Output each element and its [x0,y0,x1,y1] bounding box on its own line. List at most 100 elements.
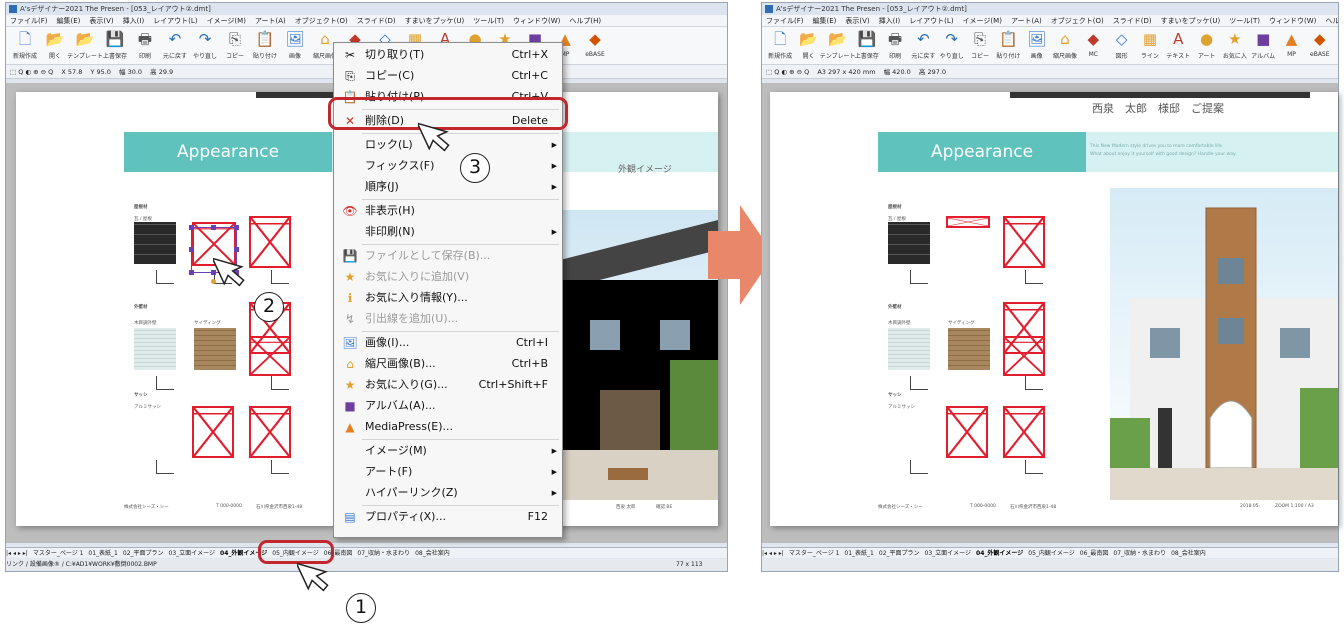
toolbar-button[interactable]: 📂 開く [40,29,70,62]
menu-item[interactable]: ウィンドウ(W) [513,17,560,25]
page-tab[interactable]: 06_最南図 [1080,550,1109,557]
page-tab[interactable]: 01_表紙_1 [844,550,873,557]
context-menu-item[interactable]: ★ お気に入り(G)... Ctrl+Shift+F [334,375,562,395]
zoom-icons[interactable]: ⬚ Q ◐ ⊕ ⊖ Q [766,68,809,76]
toolbar-button[interactable]: ↷ やり直し [190,29,220,62]
toolbar-button[interactable]: ⎘ コピー [966,29,994,62]
page-tab[interactable]: 08_会社案内 [1171,550,1206,557]
context-menu-item[interactable]: ▤ プロパティ(X)... F12 [334,507,562,527]
height-field[interactable]: 高 29.9 [150,68,173,76]
menu-item[interactable]: ウィンドウ(W) [1269,17,1316,25]
x-field[interactable]: X 57.8 [61,68,82,76]
menu-item[interactable]: 表示(V) [845,17,869,25]
menu-item[interactable]: すまいをプッケ(U) [1161,17,1221,25]
width-field[interactable]: 幅 30.0 [119,68,142,76]
toolbar-button[interactable]: 📂 開く [794,29,822,62]
toolbar-button[interactable]: 🖶 印刷 [130,29,160,62]
menu-item[interactable]: ファイル(F) [766,17,804,25]
menu-item[interactable]: ヘルプ(H) [569,17,601,25]
page-tab[interactable]: 07_収納・水まわり [357,550,410,557]
menu-item[interactable]: レイアウト(L) [909,17,953,25]
toolbar-button[interactable]: ● アート [1192,29,1220,62]
toolbar-button[interactable]: ▲ MP [1277,29,1305,62]
toolbar-button[interactable]: ↶ 元に戻す [909,29,937,62]
toolbar-button[interactable]: 🗋 新規作成 [10,29,40,62]
page-tab[interactable]: 02_平面プラン [123,550,164,557]
toolbar-button[interactable]: 📂 テンプレート [67,29,103,62]
toolbar-button[interactable]: ◆ eBASE [1306,29,1334,62]
page-tab[interactable]: 03_立面イメージ [925,550,972,557]
toolbar-button[interactable]: 📋 貼り付け [994,29,1022,62]
toolbar-button[interactable]: ◇ 図形 [1107,29,1135,62]
page-tab[interactable]: マスター_ページ 1 [33,550,84,557]
menu-item[interactable]: 挿入(I) [123,17,145,25]
toolbar-button[interactable]: ★ お気に入 [1221,29,1249,62]
toolbar-button[interactable]: ⌂ 縮尺画像 [1051,29,1079,62]
toolbar-button[interactable]: ■ アルバム [1249,29,1277,62]
toolbar-button[interactable]: ◆ MC [1079,29,1107,62]
page-tab[interactable]: 08_会社案内 [415,550,450,557]
toolbar-button[interactable]: A テキスト [1164,29,1192,62]
menu-item[interactable]: アート(A) [255,17,286,25]
menu-item[interactable]: すまいをプッケ(U) [405,17,465,25]
toolbar-button[interactable]: 🖼 画像 [1023,29,1051,62]
menu-item[interactable]: 挿入(I) [879,17,901,25]
roof-tile-swatch[interactable] [888,222,930,264]
page-tab[interactable]: マスター_ページ 1 [789,550,840,557]
toolbar-button[interactable]: 📋 貼り付け [250,29,280,62]
context-menu-item[interactable]: 🖼 画像(I)... Ctrl+I [334,333,562,353]
menu-item[interactable]: オブジェクト(O) [1051,17,1104,25]
context-menu-item[interactable]: アート(F) ▶ [334,462,562,482]
menu-item[interactable]: ファイル(F) [10,17,48,25]
zoom-icons[interactable]: ⬚ Q ◐ ⊕ ⊖ Q [10,68,53,76]
toolbar-button[interactable]: ↷ やり直し [938,29,966,62]
page-tab[interactable]: 07_収納・水まわり [1113,550,1166,557]
menu-item[interactable]: ツール(T) [1229,17,1260,25]
menu-item[interactable]: ヘルプ(H) [1325,17,1338,25]
paper-size-field[interactable]: A3 297 x 420 mm [817,68,875,76]
context-menu-item[interactable]: 非印刷(N) ▶ [334,222,562,242]
toolbar-button[interactable]: 🗋 新規作成 [766,29,794,62]
menu-item[interactable]: ツール(T) [473,17,504,25]
menu-item[interactable]: 表示(V) [89,17,113,25]
menu-item[interactable]: 編集(E) [813,17,837,25]
context-menu-item[interactable]: ⎘ コピー(C) Ctrl+C [334,66,562,86]
context-menu-item[interactable]: ■ アルバム(A)... [334,396,562,416]
image-placeholder[interactable] [946,406,988,458]
toolbar-button[interactable]: 💾 上書保存 [100,29,130,62]
menu-item[interactable]: イメージ(M) [963,17,1002,25]
context-menu-item[interactable]: ハイパーリンク(Z) ▶ [334,483,562,503]
context-menu-item[interactable]: ℹ お気に入り情報(Y)... [334,288,562,308]
height-field[interactable]: 高 297.0 [919,68,946,76]
toolbar-button[interactable]: ⎘ コピー [220,29,250,62]
right-layout-page[interactable]: 西泉 太郎 様邸 ご提案 Appearance This New Modern … [770,92,1338,526]
context-menu-item[interactable]: イメージ(M) ▶ [334,441,562,461]
toolbar-button[interactable]: 🖶 印刷 [881,29,909,62]
context-menu-item[interactable]: ▲ MediaPress(E)... [334,417,562,437]
toolbar-button[interactable]: 📂 テンプレート [820,29,856,62]
image-placeholder[interactable] [1003,216,1045,268]
image-placeholder[interactable] [249,406,291,458]
menu-item[interactable]: 編集(E) [57,17,81,25]
toolbar-button[interactable]: ◆ eBASE [580,29,610,62]
page-tab[interactable]: 02_平面プラン [879,550,920,557]
menu-item[interactable]: スライド(D) [1113,17,1152,25]
siding-swatch[interactable] [134,328,176,370]
page-tab[interactable]: 05_内観イメージ [1028,550,1075,557]
tab-scroll-arrows-icon[interactable]: |◂ ◂ ▸ ▸| [6,550,28,557]
image-placeholder[interactable] [249,336,291,376]
house-exterior-image[interactable] [1110,188,1338,500]
menu-item[interactable]: アート(A) [1011,17,1042,25]
image-placeholder[interactable] [1003,336,1045,376]
roof-tile-swatch[interactable] [134,222,176,264]
width-field[interactable]: 幅 420.0 [884,68,911,76]
toolbar-button[interactable]: 🖼 画像 [280,29,310,62]
menu-item[interactable]: スライド(D) [357,17,396,25]
siding-swatch[interactable] [888,328,930,370]
image-placeholder[interactable] [1003,406,1045,458]
wood-swatch[interactable] [194,328,236,370]
context-menu-item[interactable]: ⌂ 縮尺画像(B)... Ctrl+B [334,354,562,374]
wood-swatch[interactable] [948,328,990,370]
tab-scroll-arrows-icon[interactable]: |◂ ◂ ▸ ▸| [762,550,784,557]
image-placeholder[interactable] [192,406,234,458]
